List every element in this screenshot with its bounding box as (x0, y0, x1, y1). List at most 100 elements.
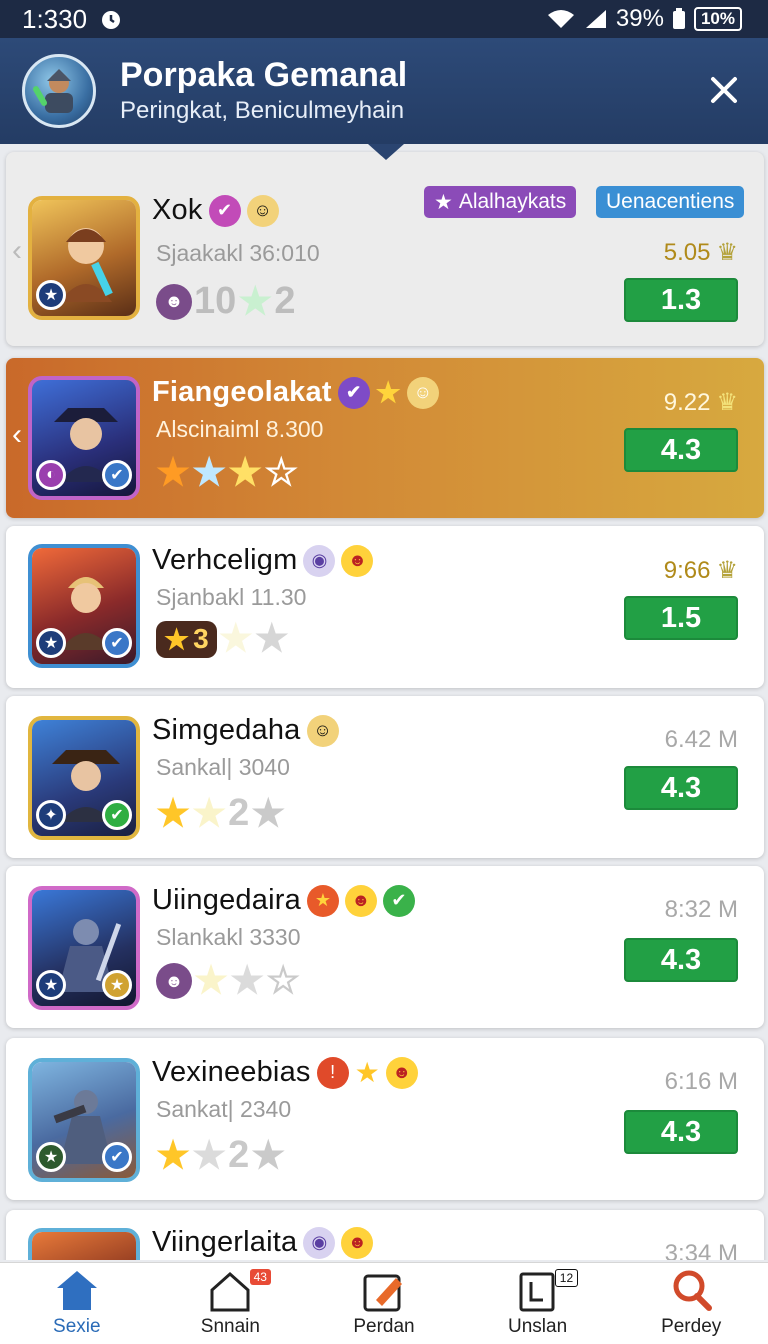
close-icon (711, 77, 737, 103)
check-badge-icon: ✔ (337, 376, 370, 409)
score-button[interactable]: 1.3 (624, 278, 738, 322)
signal-icon (584, 8, 608, 30)
star-icon: ★ (254, 618, 289, 660)
notification-count: 43 (249, 1269, 271, 1285)
list-item-highlighted[interactable]: ‹ ◐ ✔ Fiangeolakat ✔ ★ ☺ Alscinaiml 8.30… (6, 358, 764, 518)
tab-sexie[interactable]: Sexie (0, 1263, 154, 1344)
verified-badge: ✔ (102, 628, 132, 658)
star-icon: ★ (194, 960, 229, 1002)
game-thumbnail: ◐ ✔ (28, 376, 140, 500)
star-icon: ★ (192, 452, 227, 494)
game-thumbnail: ★ ✔ (28, 1058, 140, 1182)
metric-value: 6.42 M (664, 726, 738, 753)
star-icon: ★ (228, 452, 263, 494)
medal-icon: ◉ (303, 544, 336, 577)
alert-icon: ! (316, 1056, 349, 1089)
crown-icon: ♛ (716, 389, 738, 416)
star-icon: ★ (375, 377, 401, 408)
game-thumbnail: ✦ ✔ (28, 716, 140, 840)
home-icon (56, 1271, 97, 1310)
notification-count: 12 (554, 1269, 579, 1287)
monster-icon: ☻ (156, 963, 192, 999)
face-icon: ☻ (341, 1226, 374, 1259)
face-icon: ☺ (246, 194, 279, 227)
list-item[interactable]: ★ ✔ Verhceligm ◉ ☻ Sjanbakl 11.30 ★ 3 ★ ★… (6, 526, 764, 688)
rank-badge: ★ (36, 280, 66, 310)
score-button[interactable]: 4.3 (624, 1110, 738, 1154)
player-subtext: Alscinaiml 8.300 (156, 416, 324, 442)
search-icon (673, 1270, 713, 1311)
player-subtext: Sjanbakl 11.30 (156, 584, 307, 610)
list-item[interactable]: ✦ ✔ Simgedaha ☺ Sankal| 3040 ★ ★ 2 ★ 6.4… (6, 696, 764, 858)
player-subtext: Sankal| 3040 (156, 754, 290, 780)
battery-icon (672, 8, 686, 30)
player-name: Xok (152, 194, 203, 226)
star-icon: ★ (192, 792, 227, 835)
star-count: 10 (194, 280, 237, 322)
star-icon: ★ (156, 1134, 191, 1177)
face-icon: ☺ (406, 376, 439, 409)
leaderboard-list[interactable]: ‹ ★ Xok ✔ ☺ ★ Alalhaykats Uenacentiens Sj… (0, 150, 768, 1260)
metric-value: 9.22 ♛ (663, 388, 738, 417)
tab-perdan[interactable]: Perdan (307, 1263, 461, 1344)
list-item[interactable]: ★ ✔ Vexineebias ! ★ ☻ Sankat| 2340 ★ ★ 2… (6, 1038, 764, 1200)
score-button[interactable]: 4.3 (624, 938, 738, 982)
list-item[interactable]: ★ ★ Uiingedaira ★ ☻ ✔ Slankakl 3330 ☻ ★ … (6, 866, 764, 1028)
medal-icon: ◉ (303, 1226, 336, 1259)
score-button[interactable]: 4.3 (624, 428, 738, 472)
tab-perdey[interactable]: Perdey (614, 1263, 768, 1344)
face-icon: ☻ (341, 544, 374, 577)
header-pointer (368, 144, 404, 160)
page-title: Porpaka Gemanal (120, 56, 408, 94)
face-icon: ☻ (344, 884, 377, 917)
star-icon: ★ (238, 280, 273, 323)
score-button[interactable]: 1.5 (624, 596, 738, 640)
score-button[interactable]: 4.3 (624, 766, 738, 810)
player-name: Vexineebias (152, 1056, 311, 1088)
close-button[interactable] (702, 68, 746, 112)
check-icon: ✔ (382, 884, 415, 917)
tag-uenacentiens[interactable]: Uenacentiens (596, 186, 745, 218)
tab-snnain[interactable]: 43 Snnain (154, 1263, 308, 1344)
game-thumbnail: ★ (28, 196, 140, 320)
game-thumbnail: ★ ✔ (28, 544, 140, 668)
avatar[interactable] (22, 54, 96, 128)
crown-icon: ♛ (716, 557, 738, 584)
star-icon: ★ (156, 452, 191, 494)
level-badge: ★ 3 (156, 620, 217, 658)
star-icon: ★ (192, 1134, 227, 1177)
metric-value: 6:16 M (664, 1068, 738, 1095)
player-name: Verhceligm (152, 544, 298, 576)
star-icon: ☆ (266, 960, 301, 1002)
star-icon: ★ (251, 792, 286, 835)
chevron-left-icon: ‹ (12, 418, 22, 451)
alarm-icon (99, 7, 123, 31)
star-icon: ★ (156, 792, 191, 835)
rank-badge: ◐ (36, 460, 66, 490)
list-item[interactable]: ‹ ★ Xok ✔ ☺ ★ Alalhaykats Uenacentiens Sj… (6, 152, 764, 346)
star-suffix: 2 (274, 280, 296, 322)
check-badge-icon: ✔ (208, 194, 241, 227)
metric-value: 3:34 M (664, 1240, 738, 1260)
wifi-icon (546, 8, 576, 30)
star-icon: ☆ (264, 452, 299, 494)
crown-icon: ♛ (716, 239, 738, 266)
tab-unslan[interactable]: 12 Unslan (461, 1263, 615, 1344)
page-subtitle: Peringkat, Beniculmeyhain (120, 97, 405, 124)
verified-badge: ✔ (102, 460, 132, 490)
player-subtext: Sankat| 2340 (156, 1096, 292, 1122)
rank-badge: ★ (36, 628, 66, 658)
app-header: Porpaka Gemanal Peringkat, Beniculmeyhai… (0, 38, 768, 144)
star-icon: ★ (230, 960, 265, 1002)
player-subtext: Sjaakakl 36:010 (156, 240, 320, 266)
tag-alalhaykats[interactable]: ★ Alalhaykats (424, 186, 577, 218)
player-name: Simgedaha (152, 714, 301, 746)
status-bar: 1:330 39% 10% (0, 0, 768, 38)
star-suffix: 2 (228, 1134, 250, 1176)
player-name: Viingerlaita (152, 1226, 298, 1258)
verified-badge: ✔ (102, 1142, 132, 1172)
game-thumbnail: ★ ★ (28, 886, 140, 1010)
book-icon (519, 1272, 555, 1312)
list-item[interactable]: Viingerlaita ◉ ☻ 3:34 M (6, 1210, 764, 1260)
rank-badge: ✦ (36, 800, 66, 830)
